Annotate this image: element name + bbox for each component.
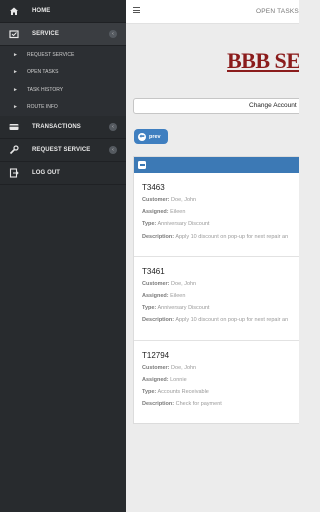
submenu-item-request-service[interactable]: ► REQUEST SERVICE xyxy=(0,46,126,64)
logout-icon xyxy=(8,167,20,179)
task-item[interactable]: T3461 Customer: Doe, John Assigned: Eile… xyxy=(134,257,299,341)
task-id: T3463 xyxy=(142,183,165,192)
change-account-button[interactable]: Change Account xyxy=(133,98,299,114)
sidebar-item-label: LOG OUT xyxy=(32,170,61,176)
sidebar-item-label: REQUEST SERVICE xyxy=(32,147,91,153)
submenu-item-route-info[interactable]: ► ROUTE INFO xyxy=(0,99,126,117)
sidebar-item-service[interactable]: SERVICE ‹ xyxy=(0,23,126,46)
collapse-icon[interactable] xyxy=(138,161,146,169)
task-type: Type: Anniversary Discount xyxy=(142,221,210,228)
task-customer: Customer: Doe, John xyxy=(142,364,197,371)
chevron-left-icon[interactable]: ‹ xyxy=(109,123,117,131)
app-root: HOME SERVICE ‹ ► REQUEST SERVICE ► OPEN … xyxy=(0,0,299,512)
task-type: Type: Accounts Receivable xyxy=(142,388,209,395)
task-assigned: Assigned: Lonnie xyxy=(142,376,187,383)
panel-header xyxy=(134,157,299,173)
bullet-icon: ► xyxy=(13,51,18,58)
task-description: Description: Check for payment xyxy=(142,401,222,408)
task-assigned: Assigned: Eileen xyxy=(142,209,186,216)
task-type: Type: Anniversary Discount xyxy=(142,305,210,312)
prev-button[interactable]: ⬅ prev xyxy=(134,129,168,144)
submenu-item-label: OPEN TASKS xyxy=(26,69,59,76)
tools-icon xyxy=(8,144,20,156)
submenu-item-task-history[interactable]: ► TASK HISTORY xyxy=(0,81,126,99)
wrench-icon xyxy=(8,28,20,40)
sidebar-item-transactions[interactable]: TRANSACTIONS ‹ xyxy=(0,116,126,139)
submenu-item-label: REQUEST SERVICE xyxy=(26,51,75,58)
logo-underline xyxy=(227,70,299,72)
bullet-icon: ► xyxy=(13,69,18,76)
task-customer: Customer: Doe, John xyxy=(142,197,197,203)
hamburger-menu-icon[interactable] xyxy=(133,7,140,13)
chevron-left-icon[interactable]: ‹ xyxy=(109,146,117,154)
sidebar-item-label: HOME xyxy=(32,8,51,14)
sidebar-item-logout[interactable]: LOG OUT xyxy=(0,162,126,185)
task-id: T12794 xyxy=(142,350,170,360)
task-customer: Customer: Doe, John xyxy=(142,280,197,287)
submenu-item-open-tasks[interactable]: ► OPEN TASKS xyxy=(0,64,126,82)
task-id: T3461 xyxy=(142,266,165,276)
bullet-icon: ► xyxy=(13,86,18,93)
sidebar: HOME SERVICE ‹ ► REQUEST SERVICE ► OPEN … xyxy=(0,0,126,512)
sidebar-item-request-service[interactable]: REQUEST SERVICE ‹ xyxy=(0,139,126,162)
task-assigned: Assigned: Eileen xyxy=(142,292,186,299)
home-icon xyxy=(8,5,20,17)
logo-text: BBB SE xyxy=(227,48,299,73)
tasks-panel: T3463 Customer: Doe, John Assigned: Eile… xyxy=(133,156,299,424)
submenu-item-label: ROUTE INFO xyxy=(26,104,58,111)
arrow-left-icon: ⬅ xyxy=(138,132,146,141)
company-logo: BBB SE xyxy=(227,46,299,76)
task-item[interactable]: T3463 Customer: Doe, John Assigned: Eile… xyxy=(134,173,299,257)
prev-label: prev xyxy=(149,133,161,140)
page-title: OPEN TASKS xyxy=(256,8,299,15)
chevron-left-icon[interactable]: ‹ xyxy=(109,30,117,38)
main-content: BBB SE Change Account ⬅ prev T3463 Custo… xyxy=(126,24,299,512)
top-bar: OPEN TASKS xyxy=(126,0,299,24)
task-description: Description: Apply 10 discount on pop-up… xyxy=(142,317,289,324)
task-description: Description: Apply 10 discount on pop-up… xyxy=(142,233,289,240)
submenu-item-label: TASK HISTORY xyxy=(26,86,64,93)
sidebar-item-label: SERVICE xyxy=(32,31,59,37)
sidebar-item-label: TRANSACTIONS xyxy=(32,124,81,130)
credit-card-icon xyxy=(8,121,20,133)
service-submenu: ► REQUEST SERVICE ► OPEN TASKS ► TASK HI… xyxy=(0,46,126,116)
bullet-icon: ► xyxy=(13,104,18,111)
task-item[interactable]: T12794 Customer: Doe, John Assigned: Lon… xyxy=(134,341,299,414)
sidebar-item-home[interactable]: HOME xyxy=(0,0,126,23)
